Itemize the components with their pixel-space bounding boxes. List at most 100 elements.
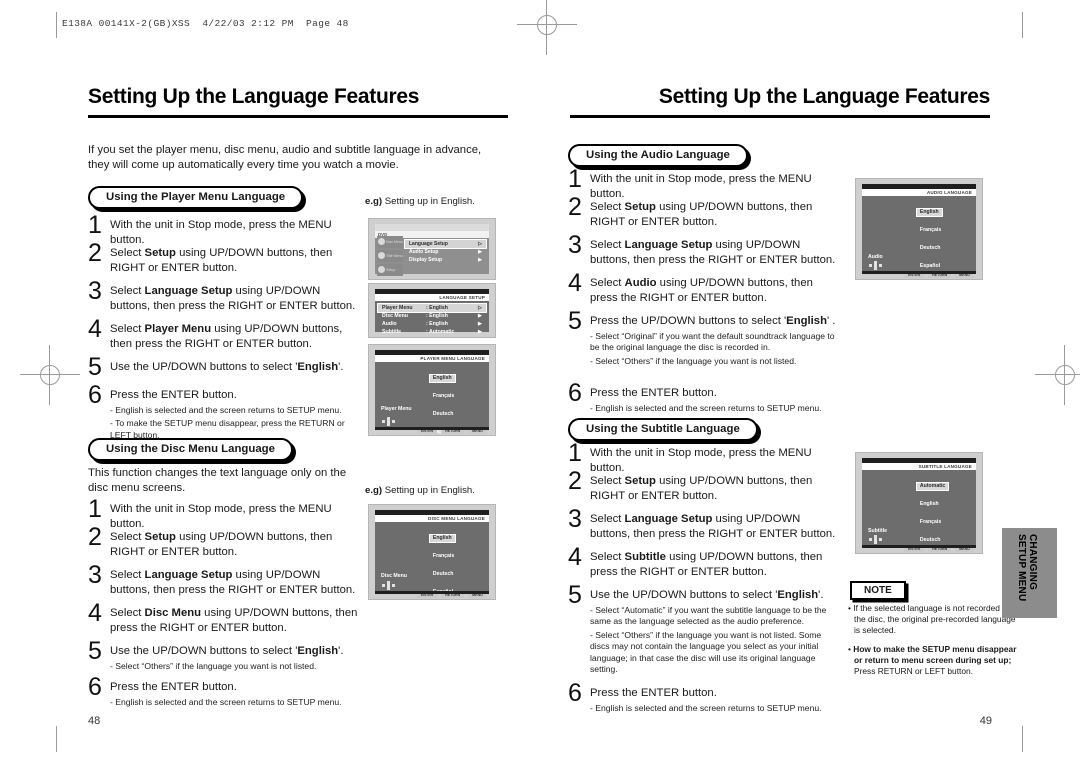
- osd-menu-value: : Automatic: [426, 329, 455, 335]
- osd-menu-row[interactable]: Disc Menu: English ▶: [378, 312, 486, 320]
- step-number: 3: [568, 231, 582, 259]
- osd-list-row[interactable]: Thai: [430, 456, 484, 474]
- osd-list-item: Others: [432, 643, 450, 649]
- step-note: - Select “Automatic” if you want the sub…: [590, 605, 827, 627]
- eg-prefix-2: e.g): [365, 485, 383, 496]
- osd-menu-rows: Language Setup ▷ Audio Setup ▶ Display Setup…: [404, 238, 489, 264]
- osd-list-row[interactable]: Français: [430, 384, 484, 402]
- osd-list-row[interactable]: English: [428, 366, 484, 384]
- step-text: Press the ENTER button. - English is sele…: [110, 388, 360, 441]
- step-item: 6 Press the ENTER button. - English is sel…: [568, 679, 843, 714]
- osd-bottombar: [862, 545, 976, 548]
- step-number: 1: [568, 439, 582, 467]
- osd-list-row[interactable]: Italiano: [917, 564, 971, 582]
- osd-list-row[interactable]: Thai: [917, 582, 971, 600]
- side-thumb-tab: CHANGING SETUP MENU: [1002, 528, 1057, 618]
- osd-list-row[interactable]: English: [915, 200, 971, 218]
- step-number: 2: [88, 239, 102, 267]
- osd-menu-arrow-icon: ▶: [478, 249, 482, 255]
- osd-footer: ENTER RETURN MENU: [862, 261, 976, 278]
- step-text: Use the UP/DOWN buttons to select 'Engli…: [110, 644, 360, 672]
- step-number: 3: [88, 277, 102, 305]
- osd-list-row[interactable]: Others: [917, 326, 971, 344]
- osd-menu-row[interactable]: Player Menu: English ▷: [377, 303, 487, 313]
- step-text: With the unit in Stop mode, press the ME…: [110, 503, 332, 530]
- step-note: - English is selected and the screen ret…: [590, 403, 822, 413]
- osd-inner: SUBTITLE LANGUAGE Subtitle Automatic Englis…: [862, 458, 976, 615]
- osd-list-row[interactable]: Deutsch: [430, 562, 484, 580]
- osd-bottombar: [375, 591, 489, 594]
- step-number: 2: [568, 467, 582, 495]
- osd-menu-label: Subtitle: [382, 329, 402, 335]
- osd-category-label: Subtitle: [868, 527, 888, 534]
- osd-list-row[interactable]: Automatic: [915, 474, 971, 492]
- step-note: - Select “Original” if you want the defa…: [590, 331, 835, 353]
- section-heading-audio: Using the Audio Language: [568, 144, 748, 167]
- step-number: 4: [88, 599, 102, 627]
- osd-menu-arrow-icon: ▶: [478, 313, 482, 319]
- step-item: 1 With the unit in Stop mode, press the M…: [568, 439, 843, 476]
- step-text: With the unit in Stop mode, press the ME…: [110, 219, 332, 246]
- osd-list-row[interactable]: Thai: [430, 616, 484, 634]
- step-text: Select Language Setup using UP/DOWN butt…: [110, 569, 356, 596]
- osd-list-row[interactable]: Français: [430, 544, 484, 562]
- step-item: 6 Press the ENTER button. - English is sel…: [88, 381, 360, 441]
- step-note: - Select “Others” if the language you wa…: [590, 629, 822, 675]
- osd-inner: DISC MENU LANGUAGE Disc Menu English França…: [375, 510, 489, 649]
- osd-menu-label: Language Setup: [409, 241, 448, 247]
- osd-list-row[interactable]: English: [428, 526, 484, 544]
- step-item: 6 Press the ENTER button. - English is sel…: [88, 673, 360, 708]
- step-text: Select Disc Menu using UP/DOWN buttons, …: [110, 607, 358, 634]
- step-number: 4: [568, 269, 582, 297]
- osd-side-icon[interactable]: Title Menu: [377, 250, 403, 262]
- note-bullets: • If the selected language is not record…: [848, 603, 1023, 684]
- osd-screen-setup-menu: DVD Disc Menu Title Menu Setup Language Setu…: [368, 218, 496, 280]
- osd-list-item: Original: [919, 317, 940, 323]
- intro-paragraph: If you set the player menu, disc menu, a…: [88, 144, 482, 171]
- osd-list-item: Español: [919, 555, 941, 561]
- step-number: 6: [568, 379, 582, 407]
- left-page: Setting Up the Language Features If you …: [0, 0, 540, 763]
- osd-inner: AUDIO LANGUAGE Audio English Français Deutsc…: [862, 184, 976, 341]
- osd-category-label: Player Menu: [381, 406, 412, 413]
- osd-screen-language-setup: LANGUAGE SETUP Player Menu: English ▷ Disc …: [368, 283, 496, 338]
- dpad-icon: [382, 417, 395, 426]
- step-number: 4: [88, 315, 102, 343]
- osd-title: PLAYER MENU LANGUAGE: [375, 355, 489, 362]
- step-text: Press the ENTER button. - English is sele…: [110, 680, 360, 708]
- osd-screen-player-menu-language: PLAYER MENU LANGUAGE Player Menu English Fr…: [368, 344, 496, 471]
- step-item: 4 Select Subtitle using UP/DOWN buttons, …: [568, 543, 843, 580]
- osd-side-icon[interactable]: Disc Menu: [377, 236, 403, 248]
- note-bullet: • How to make the SETUP menu disappear o…: [848, 643, 1017, 677]
- step-text: Use the UP/DOWN buttons to select 'Engli…: [590, 588, 843, 675]
- step-text: Select Audio using UP/DOWN buttons, then…: [590, 277, 813, 304]
- osd-menu-row[interactable]: Language Setup ▷: [404, 239, 487, 249]
- osd-bottombar: [862, 271, 976, 274]
- osd-list-row[interactable]: Deutsch: [917, 236, 971, 254]
- osd-list-item: Automatic: [915, 481, 950, 492]
- osd-menu-row[interactable]: Audio Setup ▶: [405, 248, 486, 256]
- osd-list-item: Thai: [919, 299, 931, 305]
- osd-list-item: Thai: [919, 591, 931, 597]
- page-number-right: 49: [979, 715, 992, 727]
- osd-list-row[interactable]: Français: [917, 218, 971, 236]
- step-text: Select Subtitle using UP/DOWN buttons, t…: [590, 551, 823, 578]
- osd-category-label: Audio: [868, 253, 883, 260]
- osd-menu-row[interactable]: Subtitle: Automatic ▶: [378, 328, 486, 336]
- step-text: Select Language Setup using UP/DOWN butt…: [590, 239, 836, 266]
- osd-list-row[interactable]: Français: [917, 510, 971, 528]
- step-number: 5: [88, 353, 102, 381]
- osd-menu-row[interactable]: Audio: English ▶: [378, 320, 486, 328]
- step-number: 5: [568, 307, 582, 335]
- osd-list-row[interactable]: Thai: [917, 290, 971, 308]
- step-note: - English is selected and the screen ret…: [110, 697, 342, 707]
- step-item: 3 Select Language Setup using UP/DOWN but…: [88, 561, 360, 598]
- osd-list-row[interactable]: Original: [917, 308, 971, 326]
- osd-menu-row[interactable]: Display Setup ▶: [405, 256, 486, 264]
- osd-list-row[interactable]: English: [917, 492, 971, 510]
- osd-list-row[interactable]: Others: [430, 634, 484, 652]
- step-text: Use the UP/DOWN buttons to select 'Engli…: [110, 361, 344, 373]
- osd-list-item: English: [919, 501, 939, 507]
- osd-side-icon[interactable]: Setup: [377, 264, 403, 276]
- osd-list-row[interactable]: Italiano: [430, 438, 484, 456]
